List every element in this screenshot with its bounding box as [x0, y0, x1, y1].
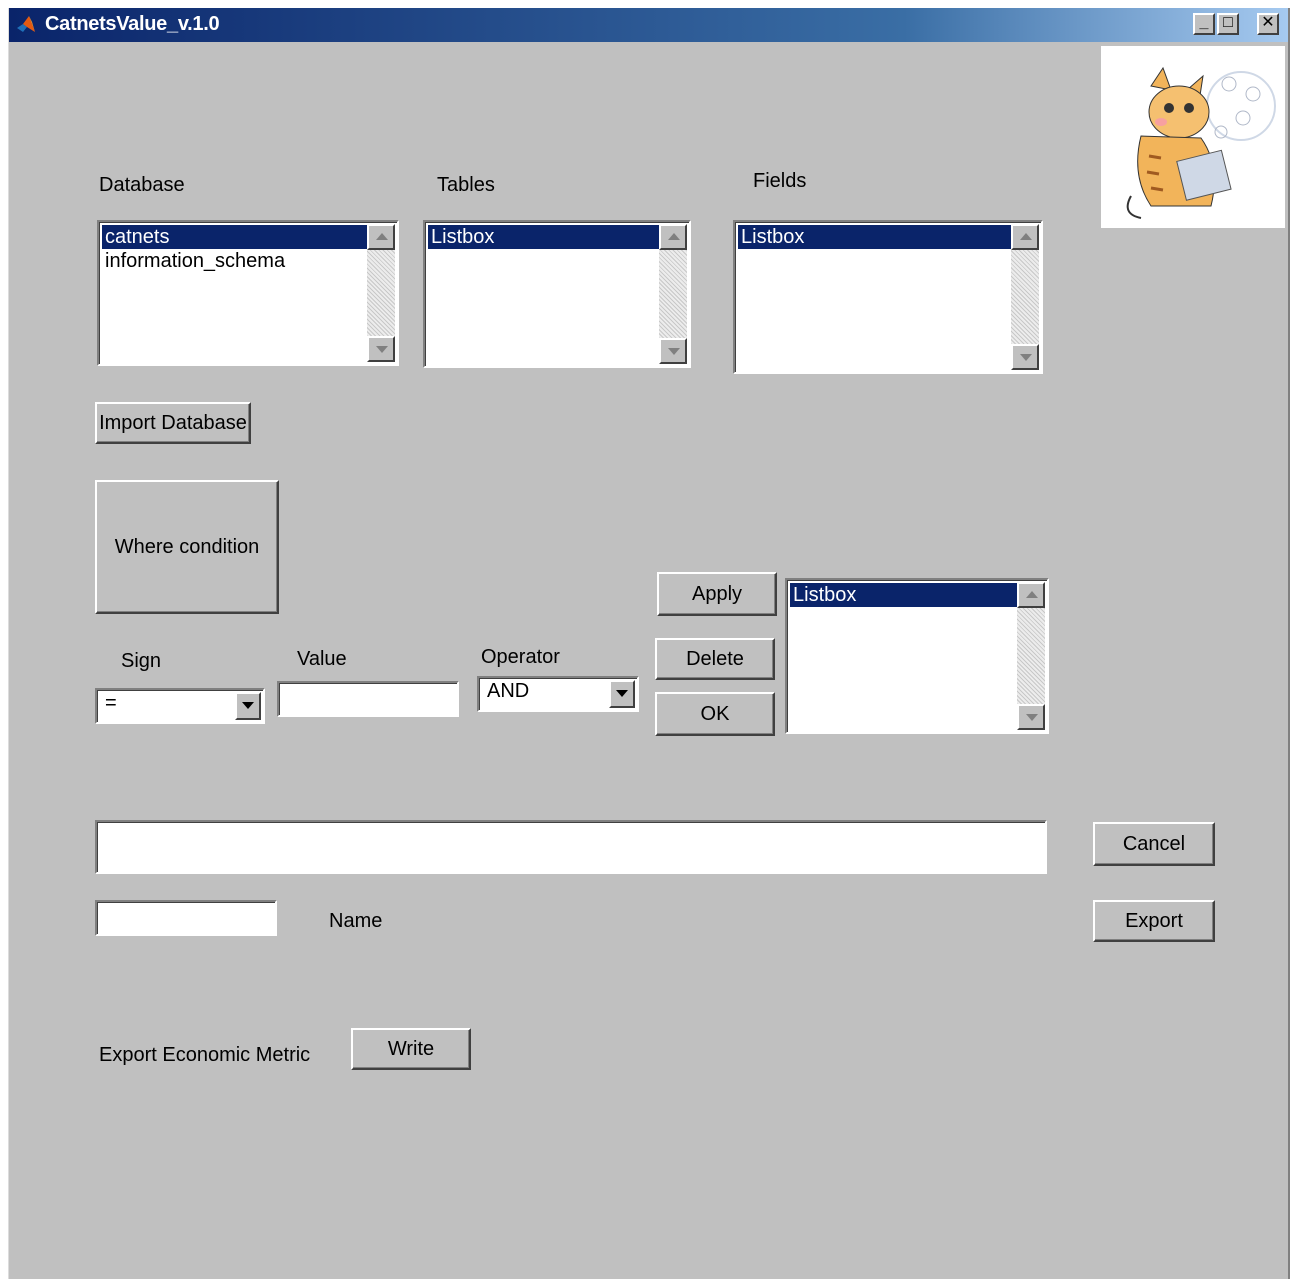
scroll-up-button[interactable]	[659, 224, 687, 250]
arrow-up-icon	[668, 233, 680, 240]
value-input[interactable]	[277, 681, 459, 717]
arrow-down-icon	[1026, 714, 1038, 721]
export-button[interactable]: Export	[1093, 900, 1215, 942]
conditions-list-items: Listbox	[790, 583, 1017, 607]
window-title: CatnetsValue_v.1.0	[45, 13, 220, 35]
app-window: CatnetsValue_v.1.0 _ □ ✕ Database Tables…	[8, 8, 1290, 1279]
fields-scrollbar[interactable]	[1011, 224, 1039, 370]
where-condition-button[interactable]: Where condition	[95, 480, 279, 614]
conditions-listbox[interactable]: Listbox	[785, 578, 1049, 734]
cat-with-laptop-logo	[1101, 46, 1285, 228]
maximize-button[interactable]: □	[1217, 13, 1239, 35]
matlab-icon	[17, 16, 35, 32]
operator-label: Operator	[481, 646, 560, 668]
ok-button[interactable]: OK	[655, 692, 775, 736]
arrow-up-icon	[1026, 591, 1038, 598]
tables-list-items: Listbox	[428, 225, 659, 249]
database-item-catnets[interactable]: catnets	[102, 225, 367, 249]
export-metric-label: Export Economic Metric	[99, 1044, 311, 1066]
database-scrollbar[interactable]	[367, 224, 395, 362]
tables-listbox[interactable]: Listbox	[423, 220, 691, 368]
apply-button[interactable]: Apply	[657, 572, 777, 616]
minimize-button[interactable]: _	[1193, 13, 1215, 35]
close-icon: ✕	[1261, 14, 1275, 31]
scroll-down-button[interactable]	[1017, 704, 1045, 730]
tables-scrollbar[interactable]	[659, 224, 687, 364]
import-database-button[interactable]: Import Database	[95, 402, 251, 444]
conditions-item[interactable]: Listbox	[790, 583, 1017, 607]
scroll-up-button[interactable]	[367, 224, 395, 250]
scroll-up-button[interactable]	[1017, 582, 1045, 608]
fields-listbox[interactable]: Listbox	[733, 220, 1043, 374]
database-listbox[interactable]: catnets information_schema	[97, 220, 399, 366]
fields-label: Fields	[753, 170, 807, 192]
fields-item[interactable]: Listbox	[738, 225, 1011, 249]
value-label: Value	[297, 648, 347, 670]
sign-dropdown-button[interactable]	[235, 692, 261, 720]
cancel-button[interactable]: Cancel	[1093, 822, 1215, 866]
sign-select-value: =	[105, 692, 117, 714]
database-item-information-schema[interactable]: information_schema	[102, 249, 367, 273]
write-button[interactable]: Write	[351, 1028, 471, 1070]
delete-button[interactable]: Delete	[655, 638, 775, 680]
arrow-up-icon	[376, 233, 388, 240]
arrow-up-icon	[1020, 233, 1032, 240]
scroll-down-button[interactable]	[1011, 344, 1039, 370]
tables-label: Tables	[437, 174, 495, 196]
database-label: Database	[99, 174, 185, 196]
maximize-icon: □	[1223, 14, 1233, 31]
operator-select[interactable]: AND	[477, 676, 639, 712]
minimize-icon: _	[1199, 14, 1209, 31]
chevron-down-icon	[616, 690, 628, 697]
scroll-down-button[interactable]	[367, 336, 395, 362]
arrow-down-icon	[668, 348, 680, 355]
sign-select[interactable]: =	[95, 688, 265, 724]
scroll-up-button[interactable]	[1011, 224, 1039, 250]
operator-dropdown-button[interactable]	[609, 680, 635, 708]
query-input[interactable]	[95, 820, 1047, 874]
arrow-down-icon	[1020, 354, 1032, 361]
scroll-down-button[interactable]	[659, 338, 687, 364]
fields-list-items: Listbox	[738, 225, 1011, 249]
sign-label: Sign	[121, 650, 162, 672]
close-button[interactable]: ✕	[1257, 13, 1279, 35]
tables-item[interactable]: Listbox	[428, 225, 659, 249]
conditions-scrollbar[interactable]	[1017, 582, 1045, 730]
title-bar[interactable]: CatnetsValue_v.1.0 _ □ ✕	[9, 8, 1288, 42]
operator-select-value: AND	[487, 680, 530, 702]
name-input[interactable]	[95, 900, 277, 936]
chevron-down-icon	[242, 702, 254, 709]
database-list-items: catnets information_schema	[102, 225, 367, 273]
arrow-down-icon	[376, 346, 388, 353]
name-label: Name	[329, 910, 383, 932]
